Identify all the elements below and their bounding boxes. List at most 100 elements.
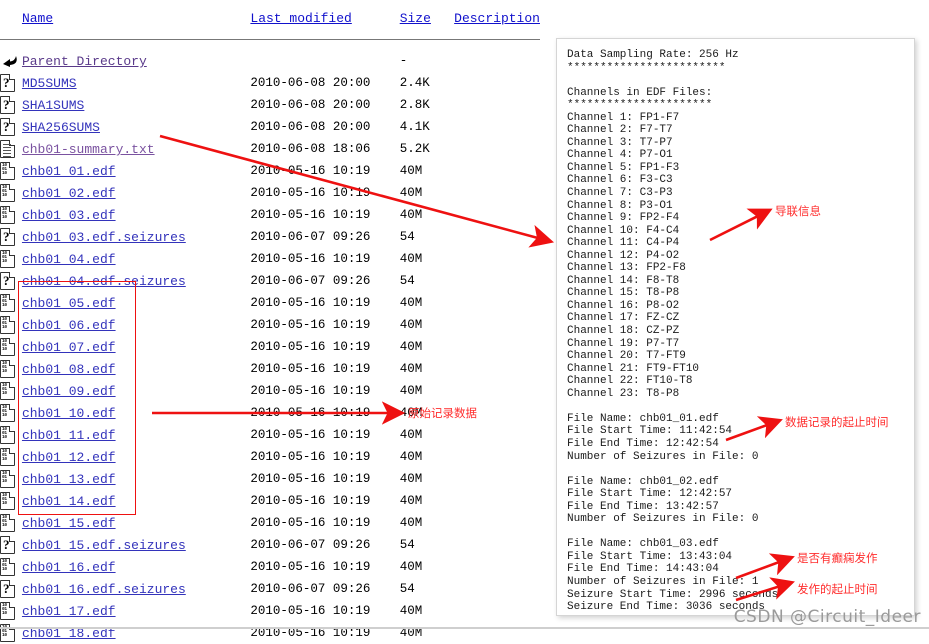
row-name-cell[interactable]: chb01_17.edf <box>22 600 250 622</box>
row-size-cell: 40M <box>399 450 423 464</box>
table-row[interactable]: ? SHA256SUMS 2010-06-08 20:00 4.1K <box>0 116 540 138</box>
row-name-cell[interactable]: chb01_12.edf <box>22 446 250 468</box>
link-file-1[interactable]: SHA1SUMS <box>22 98 84 113</box>
table-row[interactable]: 10 01 10 chb01_13.edf 2010-05-16 10:19 40M <box>0 468 540 490</box>
table-row[interactable]: 10 01 10 chb01_05.edf 2010-05-16 10:19 40M <box>0 292 540 314</box>
row-name-cell[interactable]: chb01_14.edf <box>22 490 250 512</box>
row-name-cell[interactable]: chb01_01.edf <box>22 160 250 182</box>
row-name-cell[interactable]: chb01_04.edf.seizures <box>22 270 250 292</box>
table-row[interactable]: 10 01 10 chb01_07.edf 2010-05-16 10:19 40M <box>0 336 540 358</box>
link-file-5[interactable]: chb01_02.edf <box>22 186 116 201</box>
row-name-cell[interactable]: SHA256SUMS <box>22 116 250 138</box>
row-desc-cell <box>454 116 540 138</box>
row-name-cell[interactable]: chb01_16.edf <box>22 556 250 578</box>
link-file-0[interactable]: MD5SUMS <box>22 76 77 91</box>
row-date-cell <box>250 50 399 72</box>
link-file-22[interactable]: chb01_16.edf <box>22 560 116 575</box>
row-name-cell[interactable]: chb01_10.edf <box>22 402 250 424</box>
row-icon-cell: 10 01 10 <box>0 336 22 358</box>
row-name-cell[interactable]: chb01_15.edf <box>22 512 250 534</box>
row-name-cell[interactable]: chb01_05.edf <box>22 292 250 314</box>
table-row[interactable]: 10 01 10 chb01_15.edf 2010-05-16 10:19 40M <box>0 512 540 534</box>
link-file-13[interactable]: chb01_08.edf <box>22 362 116 377</box>
table-row[interactable]: 10 01 10 chb01_09.edf 2010-05-16 10:19 40M <box>0 380 540 402</box>
link-file-17[interactable]: chb01_12.edf <box>22 450 116 465</box>
link-file-4[interactable]: chb01_01.edf <box>22 164 116 179</box>
annotation-label-channels: 导联信息 <box>775 204 821 218</box>
link-file-21[interactable]: chb01_15.edf.seizures <box>22 538 186 553</box>
link-file-15[interactable]: chb01_10.edf <box>22 406 116 421</box>
link-file-2[interactable]: SHA256SUMS <box>22 120 100 135</box>
row-name-cell[interactable]: SHA1SUMS <box>22 94 250 116</box>
link-file-18[interactable]: chb01_13.edf <box>22 472 116 487</box>
row-name-cell[interactable]: chb01_06.edf <box>22 314 250 336</box>
link-file-23[interactable]: chb01_16.edf.seizures <box>22 582 186 597</box>
row-desc-cell <box>454 50 540 72</box>
row-name-cell[interactable]: chb01_18.edf <box>22 622 250 644</box>
table-row[interactable]: 10 01 10chb01_18.edf2010-05-16 10:19 40M <box>0 622 540 644</box>
table-row[interactable]: 10 01 10 chb01_04.edf 2010-05-16 10:19 40M <box>0 248 540 270</box>
row-name-cell[interactable]: chb01_09.edf <box>22 380 250 402</box>
link-parent-directory[interactable]: Parent Directory <box>22 54 147 69</box>
row-name-cell[interactable]: chb01_07.edf <box>22 336 250 358</box>
table-row[interactable]: 10 01 10 chb01_12.edf 2010-05-16 10:19 40M <box>0 446 540 468</box>
table-row[interactable]: 10 01 10 chb01_16.edf 2010-05-16 10:19 40M <box>0 556 540 578</box>
table-row[interactable]: 10 01 10 chb01_06.edf 2010-05-16 10:19 40M <box>0 314 540 336</box>
row-name-cell[interactable]: Parent Directory <box>22 50 250 72</box>
binary-file-icon: 10 01 10 <box>0 315 17 335</box>
column-header-description[interactable]: Description <box>454 0 540 28</box>
row-name-cell[interactable]: MD5SUMS <box>22 72 250 94</box>
table-row[interactable]: 10 01 10 chb01_14.edf 2010-05-16 10:19 40M <box>0 490 540 512</box>
link-file-20[interactable]: chb01_15.edf <box>22 516 116 531</box>
table-row[interactable]: 10 01 10 chb01_02.edf 2010-05-16 10:19 40M <box>0 182 540 204</box>
table-row[interactable]: ? chb01_16.edf.seizures 2010-06-07 09:26 54 <box>0 578 540 600</box>
row-size-cell: 54 <box>399 582 415 596</box>
row-desc-cell <box>454 556 540 578</box>
link-file-3[interactable]: chb01-summary.txt <box>22 142 155 157</box>
column-header-last-modified-label: Last modified <box>250 11 352 26</box>
column-header-last-modified[interactable]: Last modified <box>250 0 399 28</box>
column-header-name[interactable]: Name <box>22 0 250 28</box>
link-file-19[interactable]: chb01_14.edf <box>22 494 116 509</box>
row-icon-cell: 10 01 10 <box>0 556 22 578</box>
table-row[interactable]: 10 01 10 chb01_17.edf 2010-05-16 10:19 40M <box>0 600 540 622</box>
table-row[interactable]: ? MD5SUMS 2010-06-08 20:00 2.4K <box>0 72 540 94</box>
table-row[interactable]: ? SHA1SUMS 2010-06-08 20:00 2.8K <box>0 94 540 116</box>
table-row[interactable]: 10 01 10 chb01_01.edf 2010-05-16 10:19 40M <box>0 160 540 182</box>
row-desc-cell <box>454 600 540 622</box>
table-row[interactable]: 10 01 10 chb01_03.edf 2010-05-16 10:19 40M <box>0 204 540 226</box>
row-name-cell[interactable]: chb01_15.edf.seizures <box>22 534 250 556</box>
link-file-14[interactable]: chb01_09.edf <box>22 384 116 399</box>
row-name-cell[interactable]: chb01_13.edf <box>22 468 250 490</box>
table-row[interactable]: 10 01 10 chb01_08.edf 2010-05-16 10:19 40M <box>0 358 540 380</box>
column-header-size[interactable]: Size <box>400 0 454 28</box>
link-file-7[interactable]: chb01_03.edf.seizures <box>22 230 186 245</box>
unknown-file-icon: ? <box>0 535 17 555</box>
table-row[interactable]: 10 01 10 chb01_11.edf 2010-05-16 10:19 40M <box>0 424 540 446</box>
row-size-cell: 40M <box>399 472 423 486</box>
row-name-cell[interactable]: chb01_11.edf <box>22 424 250 446</box>
row-name-cell[interactable]: chb01-summary.txt <box>22 138 250 160</box>
link-file-10[interactable]: chb01_05.edf <box>22 296 116 311</box>
link-file-16[interactable]: chb01_11.edf <box>22 428 116 443</box>
row-name-cell[interactable]: chb01_16.edf.seizures <box>22 578 250 600</box>
binary-file-icon: 10 01 10 <box>0 205 17 225</box>
row-desc-cell <box>454 204 540 226</box>
row-name-cell[interactable]: chb01_04.edf <box>22 248 250 270</box>
link-file-9[interactable]: chb01_04.edf.seizures <box>22 274 186 289</box>
table-row[interactable]: ? chb01_03.edf.seizures 2010-06-07 09:26 54 <box>0 226 540 248</box>
link-file-11[interactable]: chb01_06.edf <box>22 318 116 333</box>
row-name-cell[interactable]: chb01_02.edf <box>22 182 250 204</box>
row-size-cell: 40M <box>399 428 423 442</box>
link-file-24[interactable]: chb01_17.edf <box>22 604 116 619</box>
link-file-6[interactable]: chb01_03.edf <box>22 208 116 223</box>
table-row[interactable]: ? chb01_04.edf.seizures 2010-06-07 09:26 54 <box>0 270 540 292</box>
link-file-12[interactable]: chb01_07.edf <box>22 340 116 355</box>
table-row[interactable]: chb01-summary.txt 2010-06-08 18:06 5.2K <box>0 138 540 160</box>
row-name-cell[interactable]: chb01_08.edf <box>22 358 250 380</box>
row-name-cell[interactable]: chb01_03.edf.seizures <box>22 226 250 248</box>
link-file-8[interactable]: chb01_04.edf <box>22 252 116 267</box>
row-name-cell[interactable]: chb01_03.edf <box>22 204 250 226</box>
table-row[interactable]: ? chb01_15.edf.seizures 2010-06-07 09:26 54 <box>0 534 540 556</box>
table-row-parent[interactable]: Parent Directory - <box>0 50 540 72</box>
